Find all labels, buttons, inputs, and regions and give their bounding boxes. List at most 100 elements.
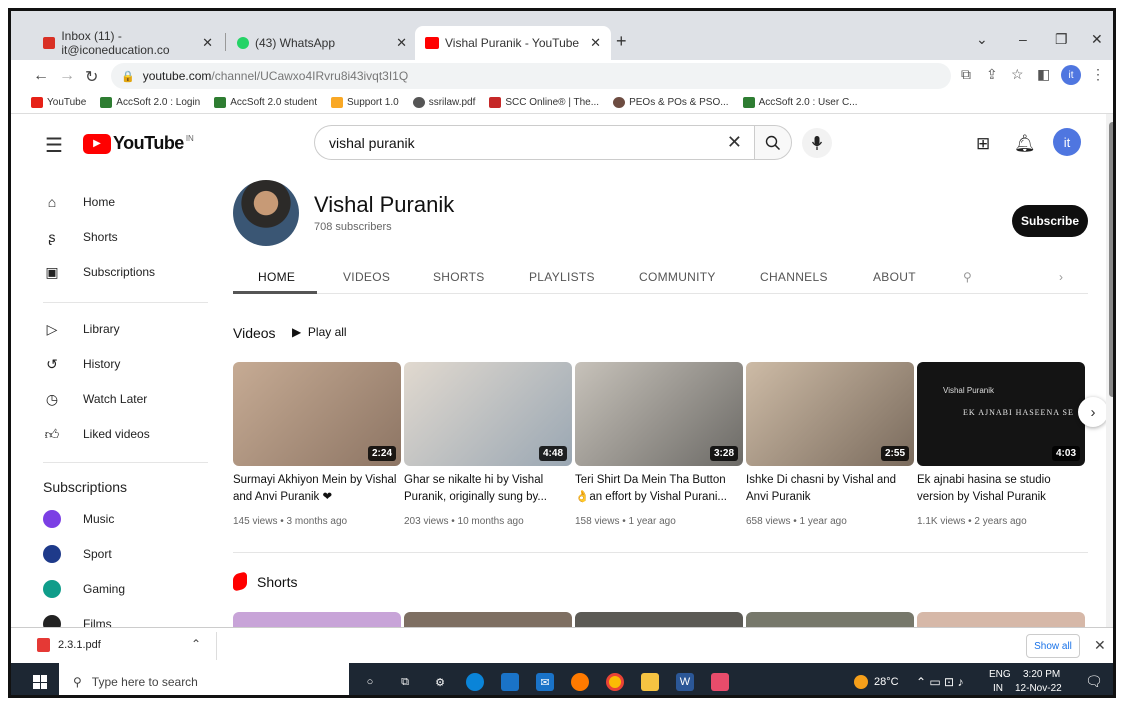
taskbar-search-input[interactable]: ⚲ Type here to search: [59, 663, 349, 695]
bookmark-accsoft-login[interactable]: AccSoft 2.0 : Login: [100, 97, 200, 108]
bookmark-accsoft-student[interactable]: AccSoft 2.0 student: [214, 97, 317, 108]
bookmark-support[interactable]: Support 1.0: [330, 97, 399, 108]
edge-icon[interactable]: [466, 673, 484, 691]
sidebar-item-shorts[interactable]: ʂ Shorts: [43, 222, 118, 252]
close-icon[interactable]: ✕: [1094, 637, 1106, 654]
tab-channels[interactable]: CHANNELS: [760, 270, 828, 284]
play-all-button[interactable]: ▶ Play all: [292, 325, 347, 339]
bookmark-peos[interactable]: PEOs & POs & PSO...: [613, 97, 729, 108]
bookmark-star-icon[interactable]: ☆: [1011, 66, 1024, 83]
voice-search-button[interactable]: [802, 128, 832, 158]
chevron-up-icon[interactable]: ⌃: [191, 637, 201, 651]
tab-shorts[interactable]: SHORTS: [433, 270, 485, 284]
short-thumbnail[interactable]: [746, 612, 914, 627]
page-scrollbar[interactable]: [1106, 114, 1113, 627]
file-explorer-icon[interactable]: [641, 673, 659, 691]
word-icon[interactable]: W: [676, 673, 694, 691]
video-title[interactable]: Ek ajnabi hasina se studio version by Vi…: [917, 472, 1082, 506]
tab-home[interactable]: HOME: [258, 270, 295, 284]
sidebar-item-liked-videos[interactable]: 👍︎ Liked videos: [43, 419, 150, 449]
tab-about[interactable]: ABOUT: [873, 270, 916, 284]
minimize-icon[interactable]: –: [1019, 31, 1027, 47]
account-avatar[interactable]: it: [1053, 128, 1081, 156]
system-tray-icons[interactable]: ⌃ ▭ ⊡ ♪: [916, 675, 963, 689]
new-tab-button[interactable]: +: [616, 31, 627, 52]
create-video-icon[interactable]: ⊞: [976, 134, 990, 154]
install-icon[interactable]: ⧉: [961, 66, 971, 83]
forward-icon[interactable]: →: [59, 67, 75, 85]
channel-avatar[interactable]: [233, 180, 299, 246]
bookmark-ssrilaw[interactable]: ssrilaw.pdf: [412, 97, 475, 108]
address-bar[interactable]: 🔒 youtube.com /channel/UCawxo4IRvru8i43i…: [111, 63, 951, 89]
restore-icon[interactable]: ❐: [1055, 31, 1068, 48]
tab-whatsapp[interactable]: (43) WhatsApp ✕: [227, 26, 417, 60]
tab-youtube[interactable]: Vishal Puranik - YouTube ✕: [415, 26, 611, 60]
video-thumbnail[interactable]: 4:48: [404, 362, 572, 466]
short-thumbnail[interactable]: [404, 612, 572, 627]
close-icon[interactable]: ✕: [590, 35, 601, 51]
bookmark-youtube[interactable]: YouTube: [31, 97, 86, 108]
short-thumbnail[interactable]: [575, 612, 743, 627]
window-close-icon[interactable]: ✕: [1091, 31, 1103, 48]
video-thumbnail[interactable]: 3:28: [575, 362, 743, 466]
side-panel-icon[interactable]: ◧: [1037, 66, 1050, 83]
reload-icon[interactable]: ↻: [85, 67, 98, 87]
short-thumbnail[interactable]: [233, 612, 401, 627]
temperature[interactable]: 28°C: [874, 676, 899, 688]
sidebar-item-sport[interactable]: Sport: [43, 539, 112, 569]
store-icon[interactable]: [501, 673, 519, 691]
bookmark-accsoft-user[interactable]: AccSoft 2.0 : User C...: [742, 97, 858, 108]
bookmark-scc-online[interactable]: SCC Online® | The...: [489, 97, 599, 108]
clear-search-icon[interactable]: ✕: [727, 132, 742, 153]
close-icon[interactable]: ✕: [396, 35, 407, 51]
video-thumbnail[interactable]: 2:55: [746, 362, 914, 466]
download-item[interactable]: 2.3.1.pdf: [37, 638, 101, 652]
mail-icon[interactable]: ✉: [536, 673, 554, 691]
video-title[interactable]: Teri Shirt Da Mein Tha Button 👌an effort…: [575, 472, 740, 506]
weather-icon[interactable]: [854, 675, 868, 689]
chrome-icon[interactable]: [606, 673, 624, 691]
cortana-icon[interactable]: ○: [361, 673, 379, 691]
scrollbar-thumb[interactable]: [1109, 122, 1113, 397]
video-title[interactable]: Ghar se nikalte hi by Vishal Puranik, or…: [404, 472, 569, 506]
tab-videos[interactable]: VIDEOS: [343, 270, 390, 284]
video-thumbnail[interactable]: 2:24: [233, 362, 401, 466]
notifications-icon[interactable]: 🗨︎: [1085, 673, 1103, 690]
close-icon[interactable]: ✕: [202, 35, 213, 51]
browser-profile-avatar[interactable]: it: [1061, 65, 1081, 85]
show-all-button[interactable]: Show all: [1026, 634, 1080, 658]
sidebar-item-subscriptions[interactable]: ▣ Subscriptions: [43, 257, 155, 287]
notifications-bell-icon[interactable]: 🔔︎: [1014, 134, 1036, 154]
share-icon[interactable]: ⇪: [986, 66, 998, 83]
youtube-logo[interactable]: ▶ YouTube IN: [83, 133, 194, 154]
video-title[interactable]: Surmayi Akhiyon Mein by Vishal and Anvi …: [233, 472, 398, 506]
sidebar-item-library[interactable]: ▷ Library: [43, 314, 120, 344]
back-icon[interactable]: ←: [33, 67, 49, 85]
sidebar-item-watch-later[interactable]: ◷ Watch Later: [43, 384, 147, 414]
tab-community[interactable]: COMMUNITY: [639, 270, 716, 284]
subscribe-button[interactable]: Subscribe: [1012, 205, 1088, 237]
task-view-icon[interactable]: ⧉: [396, 673, 414, 691]
sidebar-item-history[interactable]: ↺ History: [43, 349, 120, 379]
sidebar-item-music[interactable]: Music: [43, 504, 114, 534]
tab-playlists[interactable]: PLAYLISTS: [529, 270, 595, 284]
clock-time[interactable]: 3:20 PM: [1023, 669, 1060, 680]
sidebar-item-home[interactable]: ⌂ Home: [43, 187, 115, 217]
video-thumbnail[interactable]: Vishal Puranik Ek Ajnabi Haseena Se 4:03: [917, 362, 1085, 466]
search-input[interactable]: vishal puranik ✕: [314, 125, 754, 160]
windows-start-icon[interactable]: [33, 675, 47, 689]
channel-search-icon[interactable]: ⚲: [963, 270, 972, 284]
menu-kebab-icon[interactable]: ⋮: [1091, 66, 1105, 83]
tab-gmail[interactable]: Inbox (11) - it@iconeducation.co ✕: [33, 26, 223, 60]
search-button[interactable]: [754, 125, 792, 160]
chevron-right-icon[interactable]: ›: [1059, 270, 1063, 284]
tab-search-icon[interactable]: ⌄: [976, 31, 988, 48]
firefox-icon[interactable]: [571, 673, 589, 691]
input-language[interactable]: ENG: [989, 669, 1011, 680]
settings-icon[interactable]: ⚙: [431, 673, 449, 691]
snipping-tool-icon[interactable]: [711, 673, 729, 691]
hamburger-menu-icon[interactable]: ☰: [45, 133, 63, 158]
sidebar-item-gaming[interactable]: Gaming: [43, 574, 125, 604]
carousel-next-button[interactable]: ›: [1078, 397, 1106, 427]
short-thumbnail[interactable]: [917, 612, 1085, 627]
